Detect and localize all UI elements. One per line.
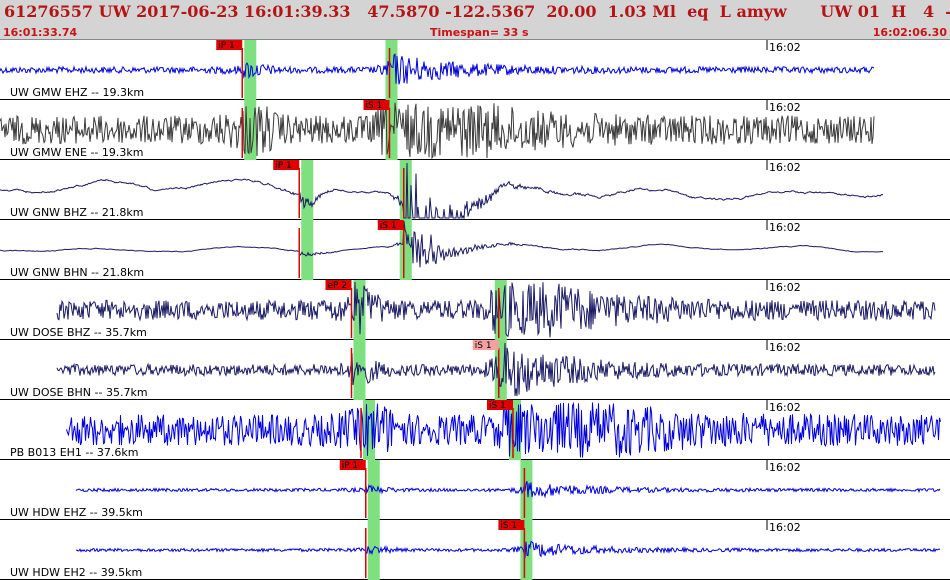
trace-row[interactable]: iS 1 16:02 PB B013 EH1 -- 37.6km: [0, 400, 950, 460]
timespan-label: Timespan= 33 s: [430, 26, 529, 39]
p-pick-flag-label: eP 2: [328, 281, 348, 291]
trace-row[interactable]: iS 1 16:02 UW GNW BHN -- 21.8km: [0, 220, 950, 280]
channel-label: UW GMW ENE -- 19.3km: [10, 146, 143, 159]
channel-label: UW DOSE BHZ -- 35.7km: [10, 326, 147, 339]
s-pick-flag-label: iS 1: [380, 221, 397, 231]
time-range-bar: 16:01:33.74 Timespan= 33 s 16:02:06.30: [0, 26, 950, 40]
event-header: 61276557 UW 2017-06-23 16:01:39.33 47.58…: [0, 0, 950, 40]
s-pick-band: [520, 460, 533, 520]
waveform: [75, 481, 941, 499]
channel-label: UW GNW BHZ -- 21.8km: [10, 206, 143, 219]
waveform: [0, 53, 875, 85]
p-pick-flag-label: iP 1: [218, 41, 235, 51]
trace-row[interactable]: eP 2 16:02 UW DOSE BHZ -- 35.7km: [0, 280, 950, 340]
channel-label: UW GNW BHN -- 21.8km: [10, 266, 144, 279]
trace-row[interactable]: iS 1 16:02 UW GMW ENE -- 19.3km: [0, 100, 950, 160]
p-pick-band: [301, 160, 314, 220]
time-label: 16:02: [769, 41, 801, 54]
p-pick-band: [367, 460, 380, 520]
time-label: 16:02: [769, 101, 801, 114]
waveform: [75, 540, 941, 559]
end-time: 16:02:06.30: [872, 26, 947, 39]
trace-row[interactable]: iS 1 16:02 UW HDW EH2 -- 39.5km: [0, 520, 950, 580]
s-pick-flag-label: iS 1: [489, 401, 506, 411]
time-label: 16:02: [769, 521, 801, 534]
channel-label: UW DOSE BHN -- 35.7km: [10, 386, 148, 399]
s-pick-flag-label: iS 1: [475, 341, 492, 351]
waveform: [0, 220, 884, 268]
s-pick-flag-label: iS 1: [500, 521, 517, 531]
trace-row[interactable]: iS 1 16:02 UW DOSE BHN -- 35.7km: [0, 340, 950, 400]
trace-row[interactable]: iP 1 16:02 UW GNW BHZ -- 21.8km: [0, 160, 950, 220]
channel-label: UW HDW EHZ -- 39.5km: [10, 506, 143, 519]
time-label: 16:02: [769, 461, 801, 474]
p-pick-flag-label: iP 1: [275, 161, 292, 171]
time-label: 16:02: [769, 161, 801, 174]
event-summary: 61276557 UW 2017-06-23 16:01:39.33 47.58…: [4, 2, 950, 21]
time-label: 16:02: [769, 401, 801, 414]
time-label: 16:02: [769, 281, 801, 294]
channel-label: UW GMW EHZ -- 19.3km: [10, 86, 144, 99]
channel-label: PB B013 EH1 -- 37.6km: [10, 446, 138, 459]
p-pick-flag-label: iP 1: [342, 461, 359, 471]
trace-row[interactable]: iP 1 16:02 UW GMW EHZ -- 19.3km: [0, 40, 950, 100]
start-time: 16:01:33.74: [3, 26, 78, 39]
s-pick-flag-label: iS 1: [366, 101, 383, 111]
seismogram-viewer: 61276557 UW 2017-06-23 16:01:39.33 47.58…: [0, 0, 950, 580]
p-pick-band: [301, 220, 314, 280]
trace-row[interactable]: iP 1 16:02 UW HDW EHZ -- 39.5km: [0, 460, 950, 520]
time-label: 16:02: [769, 341, 801, 354]
time-label: 16:02: [769, 221, 801, 234]
channel-label: UW HDW EH2 -- 39.5km: [10, 566, 142, 579]
trace-panel[interactable]: iP 1 16:02 UW GMW EHZ -- 19.3km iS 1 16:02 UW…: [0, 40, 950, 580]
